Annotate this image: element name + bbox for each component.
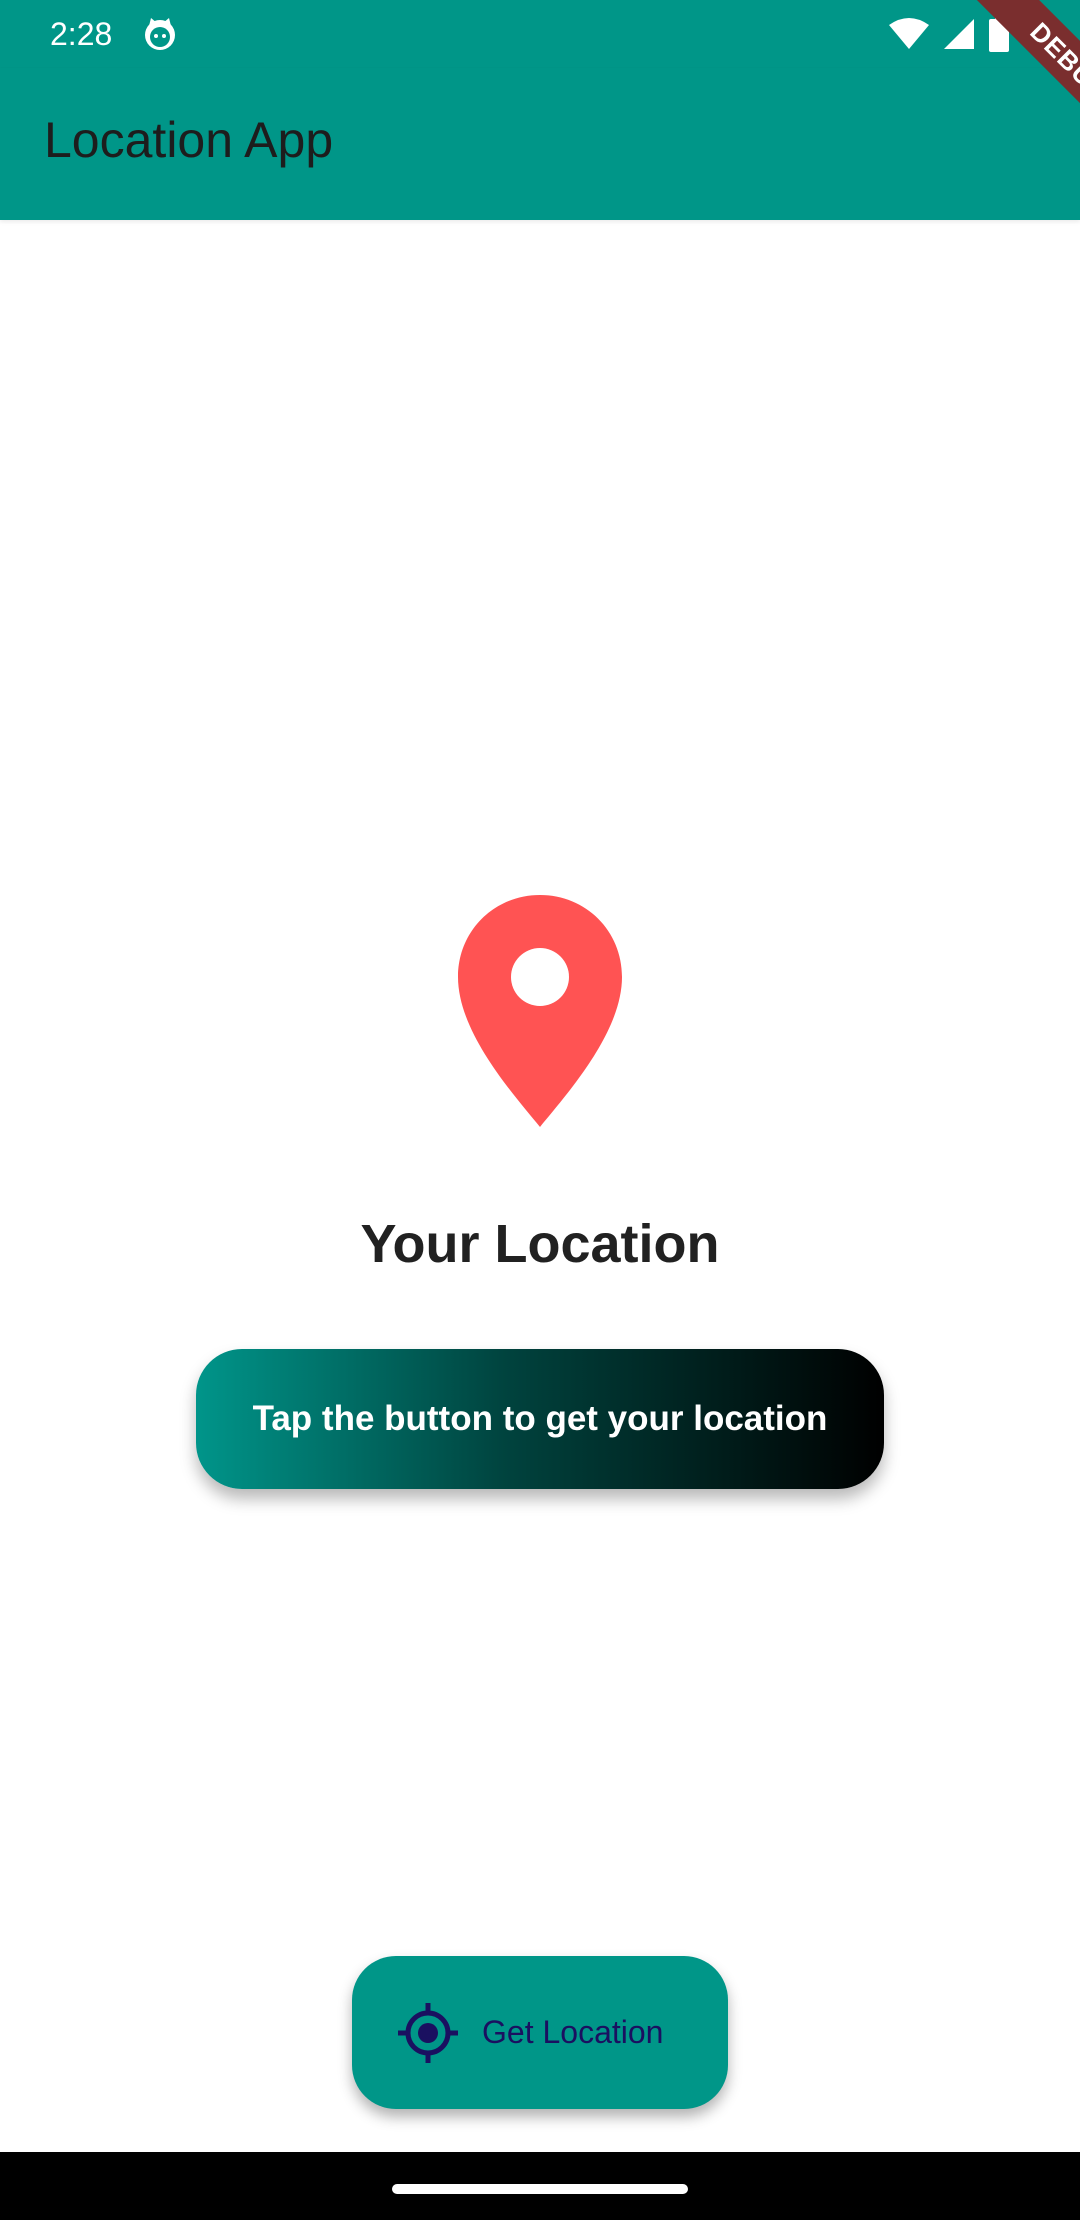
location-info-text: Tap the button to get your location	[252, 1399, 828, 1438]
status-time: 2:28	[50, 16, 113, 52]
status-icons	[888, 14, 1010, 54]
battery-icon	[989, 16, 1009, 52]
get-location-label: Get Location	[482, 2014, 664, 2050]
cat-notification-icon	[145, 18, 175, 50]
status-bar: 2:28	[0, 0, 1080, 68]
page-title: Location App	[44, 112, 334, 168]
signal-icon	[944, 19, 974, 49]
location-info-card: Tap the button to get your location	[196, 1349, 884, 1489]
location-pin-icon	[458, 895, 622, 1127]
location-heading: Your Location	[360, 1214, 720, 1274]
get-location-button[interactable]: Get Location	[352, 1956, 728, 2109]
wifi-icon	[889, 18, 929, 49]
app-bar: Location App	[0, 68, 1080, 220]
navigation-bar	[0, 2152, 1080, 2220]
home-gesture-handle[interactable]	[392, 2184, 688, 2194]
gps-fixed-icon	[398, 2002, 458, 2063]
